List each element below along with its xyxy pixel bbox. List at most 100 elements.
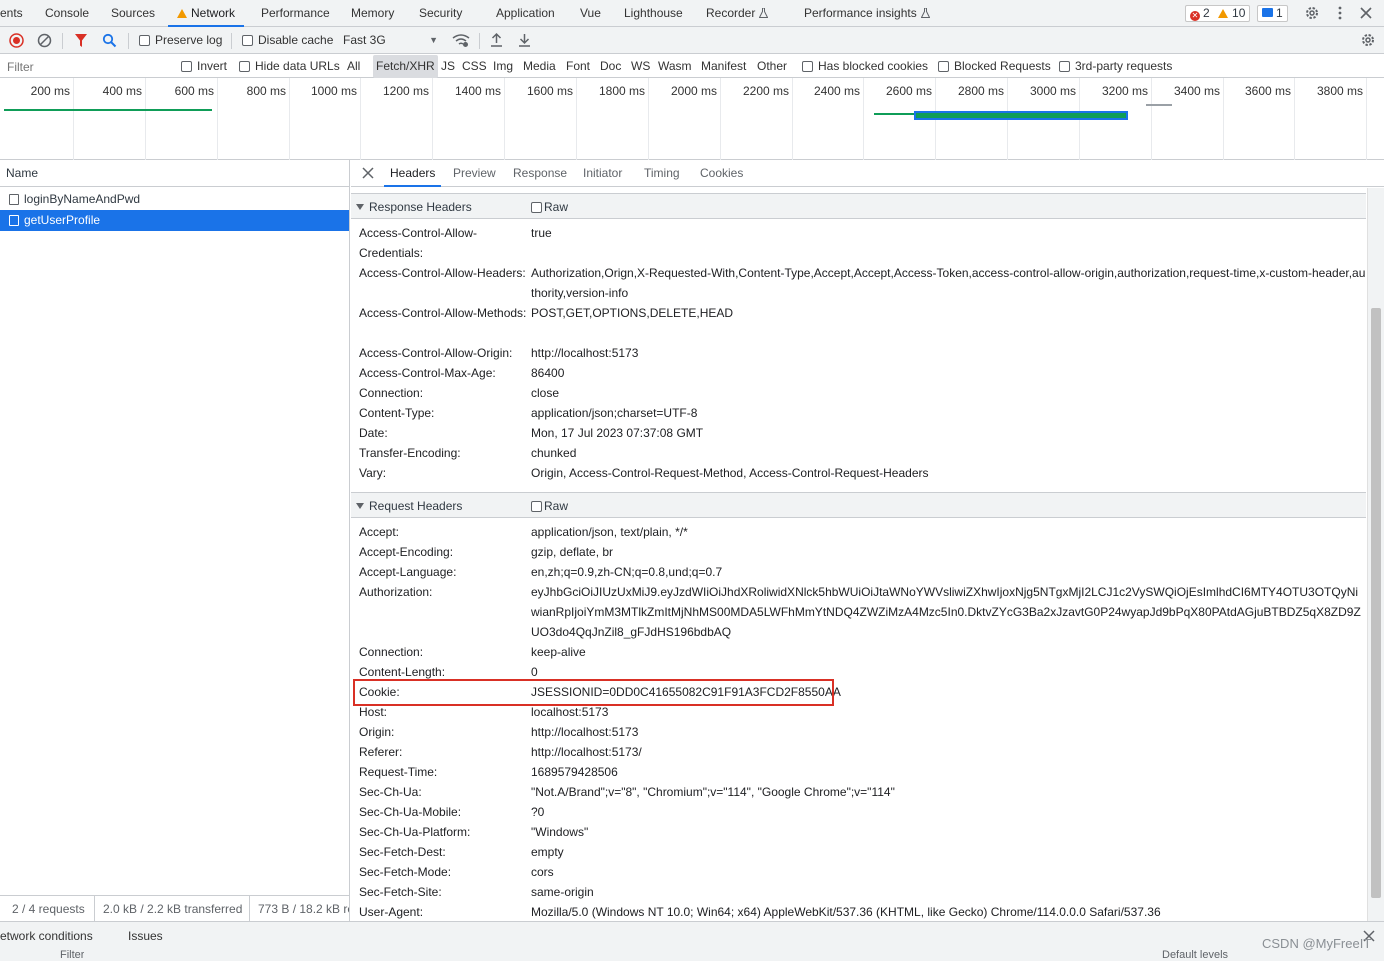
timeline-tick-label: 1000 ms [310, 84, 357, 98]
detail-tabs: Headers Preview Response Initiator Timin… [351, 160, 1384, 187]
filter-funnel-icon[interactable] [74, 33, 88, 48]
console-filter-input[interactable]: Filter [60, 949, 84, 961]
header-value: Mozilla/5.0 (Windows NT 10.0; Win64; x64… [531, 905, 1161, 919]
header-value: 86400 [531, 366, 565, 380]
tab-response[interactable]: Response [513, 160, 567, 187]
detail-scrollbar[interactable] [1367, 188, 1384, 921]
request-row-getuserprofile[interactable]: getUserProfile [0, 210, 349, 231]
type-filter-font[interactable]: Font [566, 55, 590, 78]
header-name: Sec-Fetch-Mode: [359, 865, 452, 879]
request-headers-section-header[interactable]: Request Headers Raw [351, 492, 1366, 518]
export-har-download-icon[interactable] [517, 32, 532, 48]
has-blocked-cookies-checkbox[interactable]: Has blocked cookies [802, 55, 928, 78]
tab-preview[interactable]: Preview [453, 160, 496, 187]
name-column-header[interactable]: Name [0, 160, 349, 187]
invert-checkbox[interactable]: Invert [181, 55, 227, 78]
type-filter-css[interactable]: CSS [462, 55, 487, 78]
tab-lighthouse[interactable]: Lighthouse [624, 0, 683, 27]
timeline-tick-label: 2000 ms [670, 84, 717, 98]
header-name: Referer: [359, 745, 403, 759]
tab-cookies[interactable]: Cookies [700, 160, 743, 187]
messages-counter[interactable]: 1 [1257, 5, 1288, 22]
network-conditions-wifi-icon[interactable] [452, 33, 470, 48]
throttling-select[interactable]: Fast 3G ▼ [343, 27, 438, 54]
header-name: Accept: [359, 525, 400, 539]
type-filter-manifest[interactable]: Manifest [701, 55, 746, 78]
clear-icon[interactable] [37, 33, 52, 48]
type-filter-js[interactable]: JS [441, 55, 455, 78]
timeline-gridline [504, 78, 505, 160]
hide-data-urls-checkbox[interactable]: Hide data URLs [239, 55, 340, 78]
header-value: keep-alive [531, 645, 586, 659]
waterfall-bar-login [4, 109, 212, 111]
raw-toggle[interactable]: Raw [531, 493, 568, 519]
import-har-upload-icon[interactable] [489, 32, 504, 48]
search-icon[interactable] [102, 33, 117, 48]
type-filter-ws[interactable]: WS [631, 55, 650, 78]
timeline-gridline [1151, 78, 1152, 160]
record-stop-icon[interactable] [9, 33, 24, 48]
waterfall-bar-waiting [874, 113, 914, 115]
timeline-tick-label: 400 ms [102, 84, 142, 98]
network-overview-timeline[interactable]: 200 ms 400 ms 600 ms 800 ms 1000 ms 1200 ms 14… [0, 78, 1384, 160]
log-levels-select[interactable]: Default levels [1162, 949, 1228, 961]
disable-cache-checkbox[interactable]: Disable cache [242, 27, 333, 54]
drawer-tab-network-conditions[interactable]: etwork conditions [0, 922, 93, 949]
issues-counter[interactable]: ✕ 2 10 [1185, 5, 1251, 22]
tab-recorder[interactable]: Recorder [706, 0, 769, 27]
header-value: application/json;charset=UTF-8 [531, 406, 698, 420]
checkbox-box [242, 35, 253, 46]
timeline-tick-label: 3400 ms [1173, 84, 1220, 98]
header-value: en,zh;q=0.9,zh-CN;q=0.8,und;q=0.7 [531, 565, 723, 579]
tab-performance-insights[interactable]: Performance insights [804, 0, 930, 27]
tab-application[interactable]: Application [496, 0, 555, 27]
tab-elements[interactable]: ents [0, 0, 23, 27]
message-icon [1262, 8, 1273, 17]
preserve-log-checkbox[interactable]: Preserve log [139, 27, 222, 54]
close-detail-icon[interactable] [362, 167, 374, 179]
response-headers-section-header[interactable]: Response Headers Raw [351, 193, 1366, 219]
close-devtools-icon[interactable] [1359, 6, 1373, 20]
tab-memory[interactable]: Memory [351, 0, 394, 27]
type-filter-doc[interactable]: Doc [600, 55, 621, 78]
transferred-size: 2.0 kB / 2.2 kB transferred [94, 896, 242, 921]
tab-network[interactable]: Network [168, 0, 245, 27]
header-value: same-origin [531, 885, 594, 899]
tab-timing[interactable]: Timing [644, 160, 680, 187]
type-filter-other[interactable]: Other [757, 55, 787, 78]
tab-console[interactable]: Console [45, 0, 89, 27]
network-settings-gear-icon[interactable] [1360, 32, 1376, 48]
header-value: Origin, Access-Control-Request-Method, A… [531, 466, 929, 480]
settings-gear-icon[interactable] [1304, 5, 1320, 21]
scrollbar-thumb[interactable] [1371, 308, 1381, 898]
tab-performance[interactable]: Performance [261, 0, 330, 27]
tab-vue[interactable]: Vue [580, 0, 601, 27]
tab-security[interactable]: Security [419, 0, 462, 27]
tab-headers[interactable]: Headers [384, 160, 442, 187]
kebab-menu-icon[interactable] [1332, 5, 1348, 21]
header-value: Mon, 17 Jul 2023 07:37:08 GMT [531, 426, 704, 440]
timeline-gridline [145, 78, 146, 160]
type-filter-img[interactable]: Img [493, 55, 513, 78]
header-name: Origin: [359, 725, 395, 739]
checkbox-box [802, 61, 813, 72]
header-value: http://localhost:5173 [531, 346, 639, 360]
header-name: Accept-Encoding: [359, 545, 454, 559]
drawer-tab-issues[interactable]: Issues [128, 922, 163, 949]
type-filter-all[interactable]: All [347, 55, 360, 78]
checkbox-box [531, 501, 542, 512]
third-party-requests-checkbox[interactable]: 3rd-party requests [1059, 55, 1172, 78]
timeline-tick-label: 2400 ms [813, 84, 860, 98]
timeline-tick-label: 3800 ms [1316, 84, 1363, 98]
request-row-loginbynameandpwd[interactable]: loginByNameAndPwd [0, 189, 349, 210]
chevron-down-icon: ▼ [429, 35, 438, 45]
filter-input[interactable] [3, 57, 169, 76]
blocked-requests-checkbox[interactable]: Blocked Requests [938, 55, 1051, 78]
devtools-panel-tabs: ents Console Sources Network Performance… [0, 0, 1384, 27]
tab-initiator[interactable]: Initiator [583, 160, 622, 187]
raw-toggle[interactable]: Raw [531, 194, 568, 220]
type-filter-wasm[interactable]: Wasm [658, 55, 692, 78]
type-filter-fetch-xhr[interactable]: Fetch/XHR [373, 55, 438, 78]
type-filter-media[interactable]: Media [523, 55, 556, 78]
tab-sources[interactable]: Sources [111, 0, 155, 27]
